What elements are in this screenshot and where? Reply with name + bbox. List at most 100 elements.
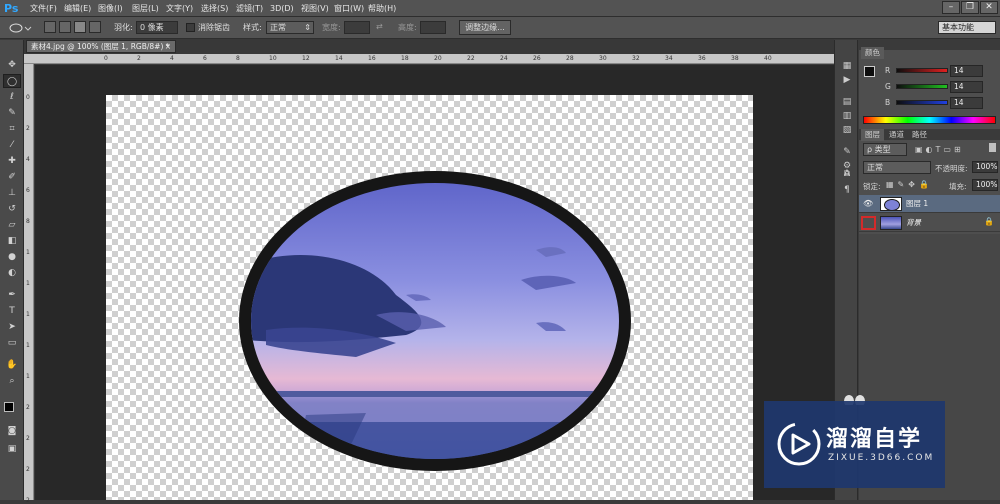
oval-sky-image	[239, 171, 631, 471]
paragraph-panel-icon[interactable]: ¶	[840, 184, 854, 196]
zoom-tool-icon[interactable]: ⌕	[3, 374, 21, 388]
tab-layers[interactable]: 图层	[861, 129, 884, 141]
eyedropper-tool-icon[interactable]: ⁄	[3, 138, 21, 152]
styles-panel-icon[interactable]: ▥	[840, 110, 854, 122]
ruler-left-number: 2	[26, 497, 30, 504]
eraser-tool-icon[interactable]: ▱	[3, 218, 21, 232]
add-selection-icon[interactable]	[59, 21, 71, 33]
document-canvas[interactable]	[106, 95, 753, 500]
menu-3d[interactable]: 3D(D)	[270, 0, 294, 17]
menu-view[interactable]: 视图(V)	[301, 0, 329, 17]
menu-help[interactable]: 帮助(H)	[368, 0, 396, 17]
style-select[interactable]: 正常 ⇕	[266, 21, 314, 34]
ruler-left-number: 1	[26, 249, 30, 256]
gradient-tool-icon[interactable]: ◧	[3, 234, 21, 248]
channel-r-value[interactable]: 14	[950, 65, 983, 77]
healing-brush-icon[interactable]: ✚	[3, 154, 21, 168]
layer-row-layer1[interactable]: 👁 图层 1	[859, 195, 1000, 213]
path-select-icon[interactable]: ➤	[3, 320, 21, 334]
menu-layer[interactable]: 图层(L)	[132, 0, 159, 17]
horizontal-ruler: 0 2 4 6 8 10 12 14 16 18 20 22 24 26 28 30 32 34 36 38 40	[24, 54, 834, 64]
feather-input[interactable]: 0 像素	[136, 21, 178, 34]
menu-file[interactable]: 文件(F)	[30, 0, 57, 17]
restore-button[interactable]: ❐	[961, 1, 979, 14]
blur-tool-icon[interactable]: ●	[3, 250, 21, 264]
swatches-panel-icon[interactable]: ▧	[840, 124, 854, 136]
filter-toggle-icon[interactable]	[989, 143, 996, 152]
color-spectrum-bar[interactable]	[863, 116, 996, 124]
menu-filter[interactable]: 滤镜(T)	[236, 0, 263, 17]
menu-window[interactable]: 窗口(W)	[334, 0, 364, 17]
lock-icons[interactable]: ▦✎✥🔒	[886, 180, 933, 189]
document-tab-label: 素材4.jpg @ 100% (图层 1, RGB/8#) *	[31, 42, 170, 51]
ruler-top-number: 36	[698, 55, 706, 62]
close-tab-icon[interactable]: ×	[165, 41, 171, 52]
layer-filter-select[interactable]: ρ 类型	[863, 143, 907, 156]
brush-tool-icon[interactable]: ✐	[3, 170, 21, 184]
adjustments-panel-icon[interactable]: ▤	[840, 96, 854, 108]
menu-edit[interactable]: 编辑(E)	[64, 0, 91, 17]
menu-select[interactable]: 选择(S)	[201, 0, 228, 17]
tab-channels[interactable]: 通道	[886, 129, 907, 141]
tab-paths[interactable]: 路径	[909, 129, 930, 141]
document-tab[interactable]: 素材4.jpg @ 100% (图层 1, RGB/8#) * ×	[26, 40, 176, 53]
eye-icon[interactable]: 👁	[863, 199, 873, 208]
lasso-tool-icon[interactable]: ℓ	[3, 90, 21, 104]
crop-tool-icon[interactable]: ⌗	[3, 122, 21, 136]
swap-icon[interactable]: ⇄	[376, 22, 383, 31]
character-panel-icon[interactable]: A	[840, 168, 854, 180]
channel-r-slider[interactable]	[896, 68, 948, 73]
ruler-left-number: 2	[26, 466, 30, 473]
style-select-value: 正常	[270, 23, 286, 32]
history-panel-icon[interactable]: ▦	[840, 60, 854, 72]
lock-label: 锁定:	[863, 182, 881, 191]
quick-select-tool-icon[interactable]: ✎	[3, 106, 21, 120]
width-label: 宽度:	[322, 23, 341, 32]
hand-tool-icon[interactable]: ✋	[3, 358, 21, 372]
visibility-toggle-highlighted[interactable]	[861, 216, 876, 230]
quick-mask-icon[interactable]: ◙	[3, 424, 21, 438]
antialias-checkbox[interactable]	[186, 23, 195, 32]
move-tool-icon[interactable]: ✥	[3, 58, 21, 72]
color-panel-tab[interactable]: 颜色	[861, 47, 884, 59]
intersect-selection-icon[interactable]	[89, 21, 101, 33]
fill-input[interactable]: 100%	[972, 179, 998, 191]
ruler-left-number: 2	[26, 125, 30, 132]
layer-row-background[interactable]: 背景 🔒	[859, 214, 1000, 232]
type-tool-icon[interactable]: T	[3, 304, 21, 318]
screen-mode-icon[interactable]: ▣	[3, 442, 21, 456]
ruler-top-number: 22	[467, 55, 475, 62]
filter-icons[interactable]: ▣◐T▭⊞	[915, 145, 964, 154]
opacity-input[interactable]: 100%	[972, 161, 998, 173]
blend-mode-select[interactable]: 正常	[863, 161, 931, 174]
menu-type[interactable]: 文字(Y)	[166, 0, 193, 17]
panel-foreground-swatch[interactable]	[864, 66, 875, 77]
channel-b-value[interactable]: 14	[950, 97, 983, 109]
refine-edge-button[interactable]: 调整边缘...	[459, 20, 511, 35]
ruler-top-number: 16	[368, 55, 376, 62]
clone-stamp-icon[interactable]: ⊥	[3, 186, 21, 200]
history-brush-icon[interactable]: ↺	[3, 202, 21, 216]
pen-tool-icon[interactable]: ✒	[3, 288, 21, 302]
width-input[interactable]	[344, 21, 370, 34]
ruler-top-number: 28	[566, 55, 574, 62]
channel-b-slider[interactable]	[896, 100, 948, 105]
subtract-selection-icon[interactable]	[74, 21, 86, 33]
new-selection-icon[interactable]	[44, 21, 56, 33]
actions-panel-icon[interactable]: ▶	[840, 74, 854, 86]
brush-panel-icon[interactable]: ✎	[840, 146, 854, 158]
close-window-button[interactable]: ✕	[980, 1, 998, 14]
vertical-ruler: 0 2 4 6 8 1 1 1 1 1 2 2 2 2	[24, 64, 34, 504]
channel-g-slider[interactable]	[896, 84, 948, 89]
foreground-color-swatch[interactable]	[4, 402, 14, 412]
workspace-select[interactable]: 基本功能	[938, 21, 996, 34]
elliptical-marquee-icon[interactable]	[8, 22, 32, 34]
elliptical-marquee-tool-icon[interactable]: ◯	[3, 74, 21, 88]
channel-g-value[interactable]: 14	[950, 81, 983, 93]
ruler-top-number: 14	[335, 55, 343, 62]
menu-image[interactable]: 图像(I)	[98, 0, 123, 17]
height-input[interactable]	[420, 21, 446, 34]
minimize-button[interactable]: –	[942, 1, 960, 14]
dodge-tool-icon[interactable]: ◐	[3, 266, 21, 280]
shape-tool-icon[interactable]: ▭	[3, 336, 21, 350]
